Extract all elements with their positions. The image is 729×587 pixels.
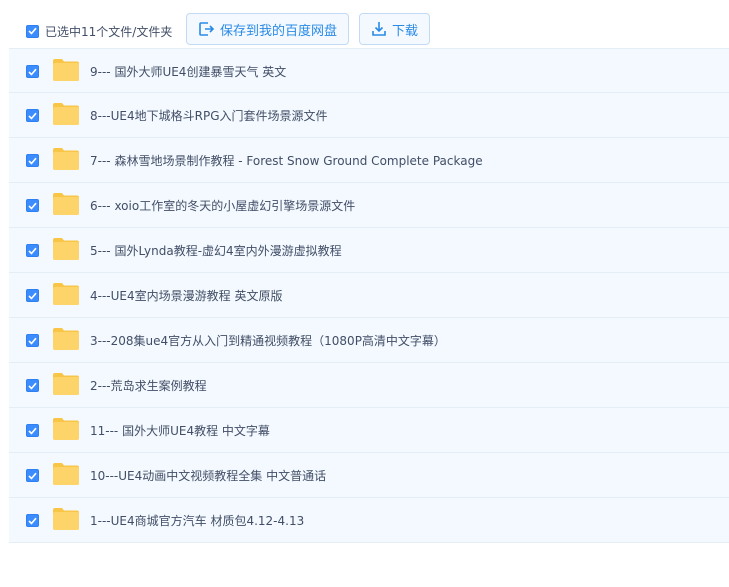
folder-icon: [53, 373, 79, 395]
file-row[interactable]: 1---UE4商城官方汽车 材质包4.12-4.13: [9, 498, 729, 543]
folder-icon: [53, 103, 79, 125]
check-icon: [28, 202, 37, 210]
selection-count-label: 已选中11个文件/文件夹: [45, 24, 173, 39]
check-icon: [28, 517, 37, 525]
toolbar: 已选中11个文件/文件夹 保存到我的百度网盘 下载: [0, 0, 729, 48]
check-icon: [28, 157, 37, 165]
download-icon: [371, 21, 387, 37]
save-button-label: 保存到我的百度网盘: [219, 23, 337, 39]
folder-icon: [53, 59, 79, 81]
row-checkbox[interactable]: [26, 469, 39, 482]
row-checkbox[interactable]: [26, 244, 39, 257]
file-name[interactable]: 2---荒岛求生案例教程: [90, 378, 207, 394]
file-list: 9--- 国外大师UE4创建暴雪天气 英文 8---UE4地下城格斗RPG入门套件…: [9, 48, 729, 543]
check-icon: [28, 292, 37, 300]
file-name[interactable]: 7--- 森林雪地场景制作教程 - Forest Snow Ground Com…: [90, 153, 483, 169]
row-checkbox[interactable]: [26, 334, 39, 347]
file-row[interactable]: 4---UE4室内场景漫游教程 英文原版: [9, 273, 729, 318]
row-checkbox[interactable]: [26, 514, 39, 527]
file-name[interactable]: 11--- 国外大师UE4教程 中文字幕: [90, 423, 270, 439]
row-checkbox[interactable]: [26, 154, 39, 167]
folder-icon: [53, 463, 79, 485]
file-row[interactable]: 9--- 国外大师UE4创建暴雪天气 英文: [9, 48, 729, 93]
file-name[interactable]: 8---UE4地下城格斗RPG入门套件场景源文件: [90, 108, 328, 124]
file-row[interactable]: 8---UE4地下城格斗RPG入门套件场景源文件: [9, 93, 729, 138]
row-checkbox[interactable]: [26, 65, 39, 78]
row-checkbox[interactable]: [26, 379, 39, 392]
folder-icon: [53, 238, 79, 260]
check-icon: [28, 427, 37, 435]
file-row[interactable]: 10---UE4动画中文视频教程全集 中文普通话: [9, 453, 729, 498]
select-all-checkbox[interactable]: [26, 24, 39, 38]
folder-icon: [53, 148, 79, 170]
file-row[interactable]: 2---荒岛求生案例教程: [9, 363, 729, 408]
check-icon: [28, 68, 37, 76]
save-to-cloud-icon: [198, 21, 215, 37]
download-button-label: 下载: [391, 23, 418, 39]
file-row[interactable]: 7--- 森林雪地场景制作教程 - Forest Snow Ground Com…: [9, 138, 729, 183]
row-checkbox[interactable]: [26, 199, 39, 212]
file-row[interactable]: 11--- 国外大师UE4教程 中文字幕: [9, 408, 729, 453]
save-to-netdisk-button[interactable]: 保存到我的百度网盘: [186, 13, 349, 45]
file-name[interactable]: 1---UE4商城官方汽车 材质包4.12-4.13: [90, 513, 304, 529]
row-checkbox[interactable]: [26, 289, 39, 302]
file-name[interactable]: 10---UE4动画中文视频教程全集 中文普通话: [90, 468, 326, 484]
check-icon: [28, 472, 37, 480]
file-name[interactable]: 5--- 国外Lynda教程-虚幻4室内外漫游虚拟教程: [90, 243, 342, 259]
check-icon: [28, 337, 37, 345]
check-icon: [28, 27, 37, 35]
file-name[interactable]: 6--- xoio工作室的冬天的小屋虚幻引擎场景源文件: [90, 198, 355, 214]
file-row[interactable]: 5--- 国外Lynda教程-虚幻4室内外漫游虚拟教程: [9, 228, 729, 273]
folder-icon: [53, 193, 79, 215]
file-name[interactable]: 4---UE4室内场景漫游教程 英文原版: [90, 288, 282, 304]
folder-icon: [53, 283, 79, 305]
select-all[interactable]: 已选中11个文件/文件夹: [26, 23, 172, 39]
file-name[interactable]: 9--- 国外大师UE4创建暴雪天气 英文: [90, 64, 286, 80]
check-icon: [28, 382, 37, 390]
file-row[interactable]: 6--- xoio工作室的冬天的小屋虚幻引擎场景源文件: [9, 183, 729, 228]
folder-icon: [53, 418, 79, 440]
download-button[interactable]: 下载: [359, 13, 430, 45]
row-checkbox[interactable]: [26, 424, 39, 437]
file-name[interactable]: 3---208集ue4官方从入门到精通视频教程（1080P高清中文字幕）: [90, 333, 446, 349]
file-row[interactable]: 3---208集ue4官方从入门到精通视频教程（1080P高清中文字幕）: [9, 318, 729, 363]
check-icon: [28, 247, 37, 255]
folder-icon: [53, 508, 79, 530]
check-icon: [28, 112, 37, 120]
folder-icon: [53, 328, 79, 350]
row-checkbox[interactable]: [26, 109, 39, 122]
